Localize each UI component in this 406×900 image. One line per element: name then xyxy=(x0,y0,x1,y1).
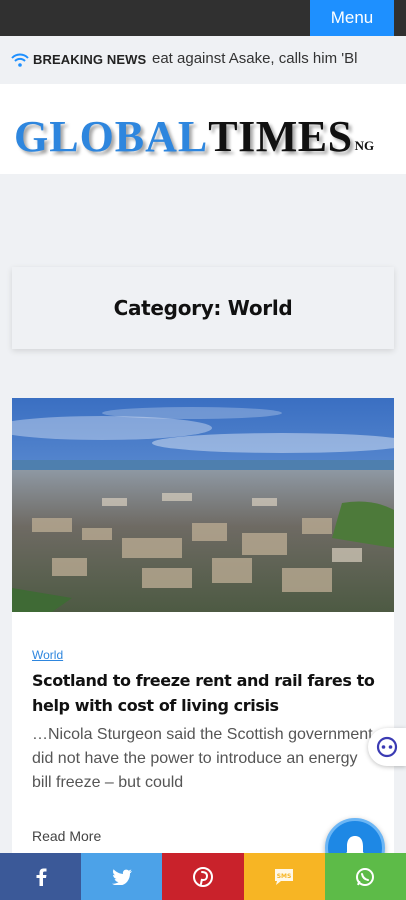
logo-global: GLOBAL xyxy=(14,112,209,161)
twitter-icon xyxy=(111,868,132,885)
twitter-share-button[interactable] xyxy=(81,853,163,900)
site-logo[interactable]: GLOBAL TIMES NG xyxy=(14,96,394,162)
read-more-link[interactable]: Read More xyxy=(32,828,101,844)
facebook-share-button[interactable] xyxy=(0,853,82,900)
article-image[interactable] xyxy=(12,398,394,612)
menu-button[interactable]: Menu xyxy=(310,0,394,36)
share-bar: SMS xyxy=(0,853,406,900)
sms-icon-label: SMS xyxy=(277,873,292,880)
pinterest-share-button[interactable] xyxy=(162,853,244,900)
facebook-icon xyxy=(36,868,47,886)
whatsapp-share-button[interactable] xyxy=(324,853,406,900)
ticker-headline[interactable]: eat against Asake, calls him 'Bl xyxy=(152,50,357,67)
article-headline[interactable]: Scotland to freeze rent and rail fares t… xyxy=(32,668,377,718)
logo-suffix: NG xyxy=(354,138,375,153)
breaking-news-label: BREAKING NEWS xyxy=(33,52,147,67)
logo-times: TIMES xyxy=(208,112,353,161)
category-header: Category: World xyxy=(12,267,394,349)
breaking-news-ticker: BREAKING NEWS eat against Asake, calls h… xyxy=(0,36,406,84)
chat-widget-button[interactable] xyxy=(368,728,406,766)
article-card: World Scotland to freeze rent and rail f… xyxy=(12,398,394,878)
wifi-icon xyxy=(11,53,29,67)
top-bar: Menu xyxy=(0,0,406,36)
page-title: Category: World xyxy=(113,296,293,320)
whatsapp-icon xyxy=(356,867,375,886)
sms-share-button[interactable]: SMS xyxy=(243,853,325,900)
sms-icon: SMS xyxy=(275,868,294,885)
masthead: GLOBAL TIMES NG xyxy=(0,84,406,174)
article-excerpt: …Nicola Sturgeon said the Scottish gover… xyxy=(32,726,373,791)
pinterest-icon xyxy=(193,866,213,887)
chatbot-icon xyxy=(376,736,398,758)
category-tag-link[interactable]: World xyxy=(32,648,63,662)
